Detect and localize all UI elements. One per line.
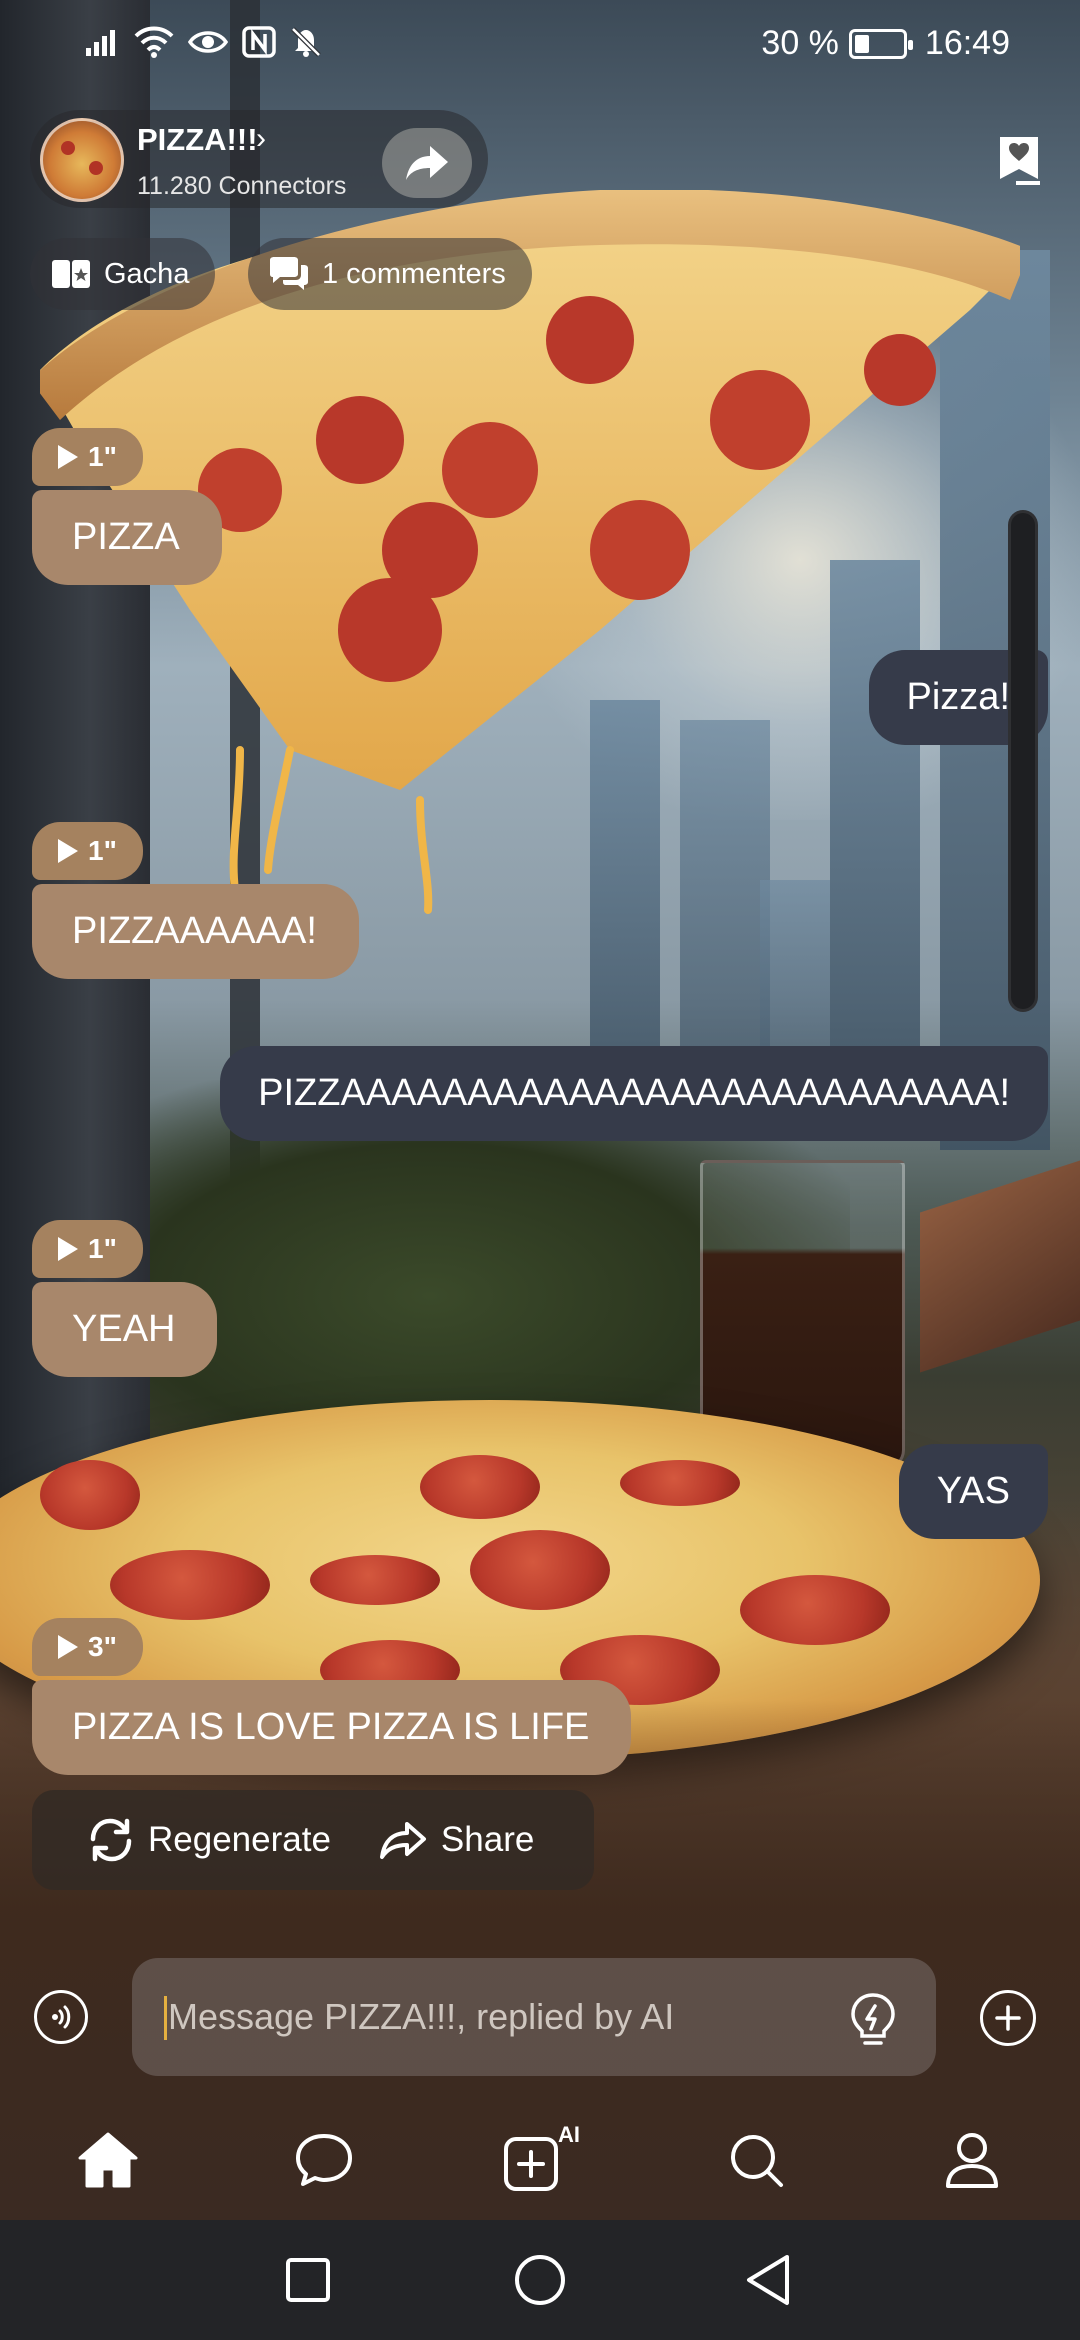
bot-message[interactable]: 1" YEAH bbox=[32, 1220, 218, 1377]
user-message[interactable]: YAS bbox=[898, 1444, 1048, 1539]
scrollbar[interactable] bbox=[1008, 510, 1038, 1012]
profile-icon bbox=[946, 2133, 998, 2188]
bot-message[interactable]: 1" PIZZA bbox=[32, 428, 222, 585]
bot-message-text: PIZZAAAAAA! bbox=[32, 884, 359, 979]
nav-profile[interactable] bbox=[932, 2120, 1012, 2200]
voice-wave-icon bbox=[52, 2005, 71, 2029]
voice-duration-badge[interactable]: 1" bbox=[32, 428, 143, 486]
triangle-back-icon bbox=[747, 2255, 789, 2305]
bot-name[interactable]: PIZZA!!! bbox=[137, 122, 258, 158]
plus-icon bbox=[995, 2005, 1021, 2031]
bot-message[interactable]: 3" PIZZA IS LOVE PIZZA IS LIFE bbox=[32, 1618, 632, 1775]
ai-badge: AI bbox=[558, 2122, 580, 2147]
recent-apps-button[interactable] bbox=[280, 2252, 336, 2308]
gacha-button[interactable]: Gacha bbox=[30, 238, 216, 310]
nav-home[interactable] bbox=[68, 2120, 148, 2200]
text-caret bbox=[164, 1996, 167, 2040]
wifi-icon bbox=[134, 26, 174, 58]
square-icon bbox=[286, 2258, 330, 2302]
connectors-count: 11.280 Connectors bbox=[137, 172, 347, 200]
message-input-container[interactable] bbox=[132, 1958, 936, 2076]
user-message[interactable]: PIZZAAAAAAAAAAAAAAAAAAAAAAAAAA! bbox=[220, 1046, 1048, 1141]
play-icon bbox=[58, 445, 78, 469]
avatar[interactable] bbox=[40, 118, 124, 202]
regenerate-label: Regenerate bbox=[148, 1820, 331, 1859]
share-icon bbox=[379, 1822, 426, 1859]
home-icon bbox=[78, 2132, 138, 2188]
voice-mode-button[interactable] bbox=[34, 1990, 88, 2044]
nav-search[interactable] bbox=[716, 2120, 796, 2200]
chevron-right-icon: › bbox=[256, 122, 266, 155]
chat-icon bbox=[296, 2134, 352, 2186]
bot-message-text: PIZZA IS LOVE PIZZA IS LIFE bbox=[32, 1680, 632, 1775]
search-icon bbox=[731, 2135, 783, 2187]
home-system-button[interactable] bbox=[512, 2252, 568, 2308]
voice-duration-badge[interactable]: 1" bbox=[32, 1220, 143, 1278]
play-icon bbox=[58, 839, 78, 863]
comments-icon bbox=[270, 257, 308, 290]
bell-muted-icon bbox=[291, 27, 321, 57]
cards-icon bbox=[52, 260, 90, 288]
add-attachment-button[interactable] bbox=[980, 1990, 1036, 2046]
eye-icon bbox=[188, 31, 228, 53]
bot-message[interactable]: 1" PIZZAAAAAA! bbox=[32, 822, 359, 979]
share-arrow-icon bbox=[406, 146, 448, 180]
bot-message-text: PIZZA bbox=[32, 490, 222, 585]
memory-bookmark-icon[interactable] bbox=[996, 135, 1042, 187]
signal-icon bbox=[86, 30, 115, 56]
voice-duration-badge[interactable]: 1" bbox=[32, 822, 143, 880]
back-button[interactable] bbox=[740, 2252, 796, 2308]
play-icon bbox=[58, 1635, 78, 1659]
refresh-icon bbox=[90, 1818, 132, 1862]
play-icon bbox=[58, 1237, 78, 1261]
message-input[interactable] bbox=[168, 1986, 808, 2048]
share-label: Share bbox=[440, 1820, 535, 1859]
commenters-label: 1 commenters bbox=[322, 257, 506, 290]
message-actions: Regenerate Share bbox=[32, 1790, 594, 1890]
lightbulb-icon[interactable] bbox=[848, 1992, 898, 2048]
nav-ai-create[interactable]: AI bbox=[500, 2120, 580, 2200]
nfc-icon bbox=[242, 26, 276, 58]
gacha-label: Gacha bbox=[104, 257, 190, 290]
commenters-button[interactable]: 1 commenters bbox=[248, 238, 532, 310]
clock: 16:49 bbox=[924, 24, 1010, 62]
regenerate-button[interactable]: Regenerate bbox=[88, 1817, 331, 1863]
circle-icon bbox=[515, 2255, 565, 2305]
bot-message-text: YEAH bbox=[32, 1282, 218, 1377]
share-message-button[interactable]: Share bbox=[379, 1820, 534, 1860]
battery-icon bbox=[848, 28, 913, 59]
status-bar: 30 % 16:49 bbox=[0, 0, 1080, 92]
share-button[interactable] bbox=[382, 128, 472, 198]
voice-duration-badge[interactable]: 3" bbox=[32, 1618, 143, 1676]
battery-percent: 30 % bbox=[761, 24, 839, 62]
nav-chat[interactable] bbox=[284, 2120, 364, 2200]
